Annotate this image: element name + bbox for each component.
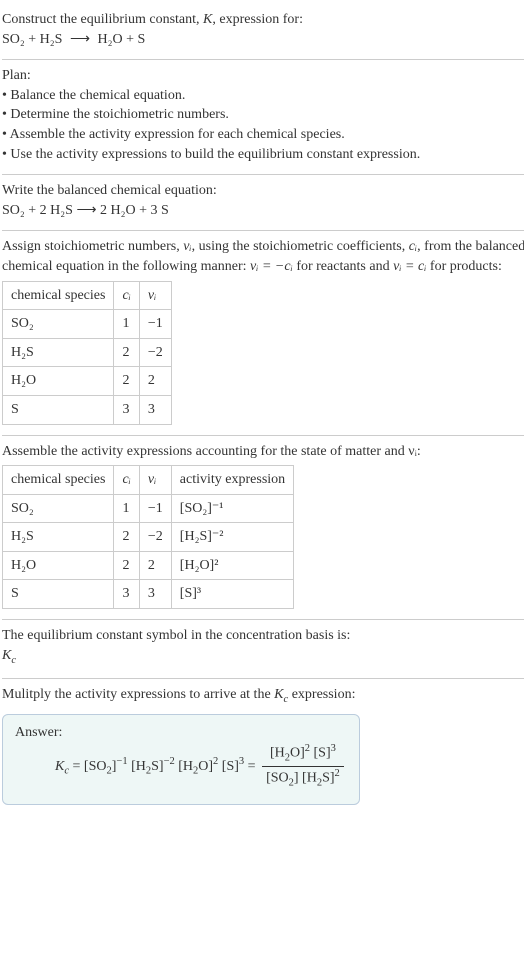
fraction: [H2O]2 [S]3 [SO2] [H2S]2 [262,742,344,791]
col-species: chemical species [3,281,114,310]
answer-label: Answer: [15,723,347,743]
k-symbol: K [203,12,212,27]
table-row: H₂S 2 −2 [H₂S]⁻² [3,523,294,552]
stoich-text: Assign stoichiometric numbers, νᵢ, using… [2,237,524,276]
cell-species: S [3,395,114,424]
col-ci: cᵢ [114,281,139,310]
cell-expr: [SO₂]⁻¹ [171,494,293,523]
plan-bullet-4: • Use the activity expressions to build … [2,145,524,165]
col-nu: νᵢ [139,466,171,495]
cell-species: SO₂ [3,494,114,523]
balanced-heading: Write the balanced chemical equation: [2,181,524,201]
final-heading: Mulitply the activity expressions to arr… [2,685,524,707]
basis-text: The equilibrium constant symbol in the c… [2,626,524,646]
col-nu: νᵢ [139,281,171,310]
stoich-t1: Assign stoichiometric numbers, [2,239,183,254]
rule1: νᵢ = −cᵢ [250,259,293,274]
cell-c: 1 [114,310,139,339]
table-header-row: chemical species cᵢ νᵢ [3,281,172,310]
cell-species: H₂S [3,338,114,367]
table-row: SO₂ 1 −1 [SO₂]⁻¹ [3,494,294,523]
table-row: H₂O 2 2 [H₂O]² [3,551,294,580]
cell-nu: −1 [139,494,171,523]
intro-text-1b: , expression for: [212,12,303,27]
final-section: Mulitply the activity expressions to arr… [2,679,524,814]
fraction-denominator: [SO2] [H2S]2 [262,767,344,791]
arrow-icon: ⟶ [70,30,90,50]
plan-section: Plan: • Balance the chemical equation. •… [2,60,524,175]
cell-c: 3 [114,395,139,424]
answer-equation: Kc = [SO2]−1 [H2S]−2 [H2O]2 [S]3 = [H2O]… [15,742,347,791]
plan-bullet-3: • Assemble the activity expression for e… [2,125,524,145]
col-expr: activity expression [171,466,293,495]
table-row: SO₂ 1 −1 [3,310,172,339]
activity-heading: Assemble the activity expressions accoun… [2,442,524,462]
plan-heading: Plan: [2,66,524,86]
cell-nu: −1 [139,310,171,339]
kc-symbol: Kc [2,646,524,668]
plan-bullet-2: • Determine the stoichiometric numbers. [2,105,524,125]
cell-species: H₂S [3,523,114,552]
cell-c: 2 [114,367,139,396]
cell-c: 2 [114,523,139,552]
stoich-section: Assign stoichiometric numbers, νᵢ, using… [2,231,524,435]
table-row: S 3 3 [3,395,172,424]
stoich-t4: for reactants and [293,259,393,274]
balanced-section: Write the balanced chemical equation: SO… [2,175,524,231]
stoich-t5: for products: [426,259,501,274]
nu-symbol: νᵢ [183,239,191,254]
cell-species: H₂O [3,551,114,580]
basis-section: The equilibrium constant symbol in the c… [2,620,524,679]
ci-symbol: cᵢ [409,239,417,254]
cell-nu: 2 [139,551,171,580]
table-row: S 3 3 [S]³ [3,580,294,609]
products: H₂O + S [98,32,146,47]
problem-statement: Construct the equilibrium constant, K, e… [2,4,524,60]
cell-species: SO₂ [3,310,114,339]
intro-line: Construct the equilibrium constant, K, e… [2,10,524,30]
table-row: H₂O 2 2 [3,367,172,396]
reactants: SO₂ + H₂S [2,32,62,47]
answer-box: Answer: Kc = [SO2]−1 [H2S]−2 [H2O]2 [S]3… [2,714,360,805]
plan-bullet-1: • Balance the chemical equation. [2,86,524,106]
intro-text-1: Construct the equilibrium constant, [2,12,203,27]
cell-nu: 3 [139,395,171,424]
cell-expr: [S]³ [171,580,293,609]
cell-c: 1 [114,494,139,523]
col-ci: cᵢ [114,466,139,495]
table-header-row: chemical species cᵢ νᵢ activity expressi… [3,466,294,495]
cell-species: S [3,580,114,609]
cell-c: 2 [114,338,139,367]
stoich-t2: , using the stoichiometric coefficients, [192,239,409,254]
table-row: H₂S 2 −2 [3,338,172,367]
cell-expr: [H₂S]⁻² [171,523,293,552]
cell-species: H₂O [3,367,114,396]
stoich-table: chemical species cᵢ νᵢ SO₂ 1 −1 H₂S 2 −2… [2,281,172,425]
cell-nu: −2 [139,523,171,552]
cell-c: 3 [114,580,139,609]
activity-table: chemical species cᵢ νᵢ activity expressi… [2,465,294,609]
activity-section: Assemble the activity expressions accoun… [2,436,524,621]
cell-expr: [H₂O]² [171,551,293,580]
cell-nu: 3 [139,580,171,609]
rule2: νᵢ = cᵢ [393,259,426,274]
fraction-numerator: [H2O]2 [S]3 [262,742,344,767]
col-species: chemical species [3,466,114,495]
cell-nu: 2 [139,367,171,396]
balanced-equation: SO₂ + 2 H₂S ⟶ 2 H₂O + 3 S [2,201,524,221]
cell-nu: −2 [139,338,171,367]
unbalanced-equation: SO₂ + H₂S ⟶ H₂O + S [2,30,524,50]
cell-c: 2 [114,551,139,580]
